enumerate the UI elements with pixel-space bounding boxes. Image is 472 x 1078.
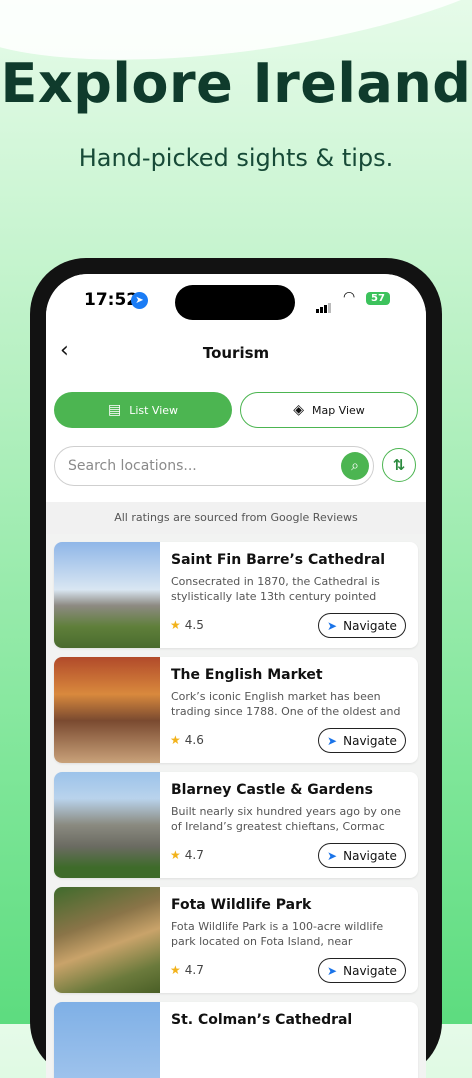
list-icon: ▤: [107, 402, 122, 418]
place-photo: [54, 772, 160, 878]
place-rating: ★ 4.7: [170, 963, 204, 977]
navigate-label: Navigate: [343, 733, 397, 748]
status-time: 17:52: [84, 290, 139, 310]
navigate-arrow-icon: ➤: [327, 618, 338, 633]
map-view-label: Map View: [311, 403, 365, 417]
place-name: Blarney Castle & Gardens: [171, 782, 373, 798]
search-placeholder: Search locations...: [68, 458, 197, 474]
place-card[interactable]: Saint Fin Barre’s Cathedral Consecrated …: [54, 542, 418, 648]
place-description: Fota Wildlife Park is a 100-acre wildlif…: [171, 920, 384, 948]
wifi-icon: ◠: [343, 289, 356, 305]
rating-value: 4.7: [184, 848, 204, 862]
place-photo: [54, 887, 160, 993]
search-icon[interactable]: ⌕: [341, 452, 369, 480]
place-name: The English Market: [171, 667, 323, 683]
dynamic-island: [175, 285, 295, 320]
place-description: Cork’s iconic English market has been tr…: [171, 690, 401, 718]
navigate-button[interactable]: ➤ Navigate: [318, 728, 406, 753]
hero-title: Explore Ireland: [0, 52, 472, 115]
rating-value: 4.6: [184, 733, 204, 747]
place-rating: ★ 4.5: [170, 618, 204, 632]
map-view-button[interactable]: ◈ Map View: [240, 392, 418, 428]
rating-value: 4.7: [184, 963, 204, 977]
place-description: Consecrated in 1870, the Cathedral is st…: [171, 575, 380, 603]
ratings-notice: All ratings are sourced from Google Revi…: [46, 502, 426, 534]
star-icon: ★: [170, 963, 181, 977]
page-title: Tourism: [202, 344, 270, 362]
place-photo: [54, 657, 160, 763]
place-photo: [54, 1002, 160, 1078]
navigate-button[interactable]: ➤ Navigate: [318, 843, 406, 868]
place-description: Built nearly six hundred years ago by on…: [171, 805, 401, 833]
navigate-arrow-icon: ➤: [327, 848, 338, 863]
location-icon: ➤: [131, 292, 148, 309]
place-rating: ★ 4.6: [170, 733, 204, 747]
star-icon: ★: [170, 848, 181, 862]
navigate-button[interactable]: ➤ Navigate: [318, 958, 406, 983]
controls-panel: ▤ List View ◈ Map View Search locations.…: [46, 382, 426, 502]
hero-subtitle: Hand-picked sights & tips.: [78, 144, 394, 172]
navigate-arrow-icon: ➤: [327, 963, 338, 978]
signal-icon: [316, 294, 332, 313]
navigate-label: Navigate: [343, 848, 397, 863]
navigate-arrow-icon: ➤: [327, 733, 338, 748]
battery-icon: 57: [366, 292, 390, 305]
place-rating: ★ 4.7: [170, 848, 204, 862]
place-name: St. Colman’s Cathedral: [171, 1012, 353, 1028]
rating-value: 4.5: [184, 618, 204, 632]
navigate-button[interactable]: ➤ Navigate: [318, 613, 406, 638]
star-icon: ★: [170, 733, 181, 747]
star-icon: ★: [170, 618, 181, 632]
place-name: Saint Fin Barre’s Cathedral: [171, 552, 386, 568]
phone-frame: 17:52 ➤ ◠ 57 ‹ Tourism ▤ List View ◈ Map…: [30, 258, 442, 1078]
list-view-label: List View: [129, 403, 179, 417]
nav-bar: ‹ Tourism: [46, 324, 426, 383]
place-card[interactable]: The English Market Cork’s iconic English…: [54, 657, 418, 763]
status-bar: 17:52 ➤ ◠ 57: [46, 274, 426, 324]
navigate-label: Navigate: [343, 618, 397, 633]
place-card[interactable]: Blarney Castle & Gardens Built nearly si…: [54, 772, 418, 878]
list-view-button[interactable]: ▤ List View: [54, 392, 232, 428]
place-card[interactable]: Fota Wildlife Park Fota Wildlife Park is…: [54, 887, 418, 993]
place-name: Fota Wildlife Park: [171, 897, 312, 913]
search-input[interactable]: Search locations... ⌕: [54, 446, 374, 486]
place-card[interactable]: St. Colman’s Cathedral: [54, 1002, 418, 1078]
app-screen: 17:52 ➤ ◠ 57 ‹ Tourism ▤ List View ◈ Map…: [46, 274, 426, 1078]
place-photo: [54, 542, 160, 648]
sort-icon[interactable]: ⇅: [382, 448, 416, 482]
map-icon: ◈: [293, 402, 304, 418]
navigate-label: Navigate: [343, 963, 397, 978]
